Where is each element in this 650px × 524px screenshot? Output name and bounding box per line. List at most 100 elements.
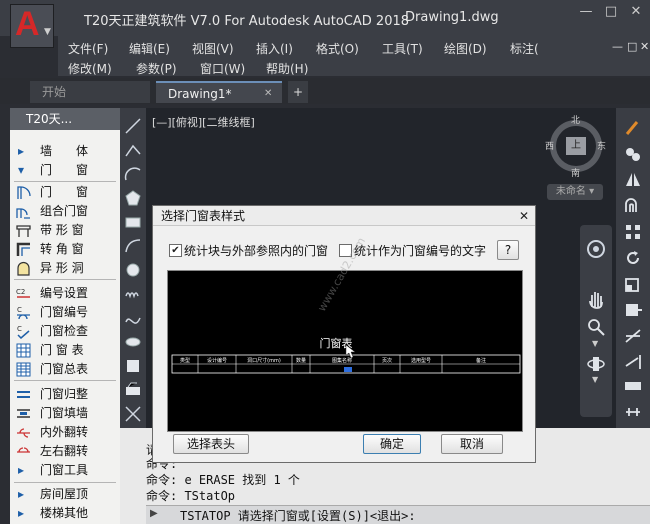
revcloud-icon[interactable] bbox=[123, 284, 143, 304]
menu-format[interactable]: 格式(O) bbox=[316, 40, 359, 57]
mirror-icon[interactable] bbox=[623, 170, 643, 190]
select-header-button[interactable]: 选择表头 bbox=[173, 434, 249, 454]
spline-icon[interactable] bbox=[123, 308, 143, 328]
menu-file[interactable]: 文件(F) bbox=[68, 40, 108, 57]
ellipse-icon[interactable] bbox=[123, 332, 143, 352]
new-tab-button[interactable]: + bbox=[288, 81, 308, 103]
menu-insert[interactable]: 插入(I) bbox=[256, 40, 293, 57]
arc3-icon[interactable] bbox=[123, 236, 143, 256]
menu-parameters[interactable]: 参数(P) bbox=[136, 60, 177, 77]
steering-wheel-icon[interactable] bbox=[586, 239, 606, 259]
insert-block-icon[interactable] bbox=[123, 356, 143, 376]
tab-close-icon[interactable]: ✕ bbox=[264, 83, 272, 105]
tool-number-settings[interactable]: C2 编号设置 bbox=[10, 284, 120, 303]
offset-icon[interactable] bbox=[623, 196, 643, 216]
join-icon[interactable] bbox=[623, 404, 643, 420]
inner-close-button[interactable]: ✕ bbox=[640, 40, 649, 53]
stretch-icon[interactable] bbox=[623, 300, 643, 320]
arc-icon[interactable] bbox=[123, 164, 143, 184]
array-icon[interactable] bbox=[623, 222, 643, 242]
close-button[interactable]: ✕ bbox=[625, 3, 647, 21]
inner-minimize-button[interactable]: — bbox=[612, 40, 623, 53]
section-stairs-other[interactable]: ▸ 楼梯其他 bbox=[10, 504, 120, 523]
navigation-bar: ▼ ▼ bbox=[580, 225, 612, 417]
polyline-icon[interactable] bbox=[123, 140, 143, 160]
rectangle-icon[interactable] bbox=[123, 212, 143, 232]
tool-combo-door[interactable]: 组合门窗 bbox=[10, 202, 120, 221]
viewcube-east-label[interactable]: 东 bbox=[597, 139, 606, 152]
pentagon-icon[interactable] bbox=[123, 188, 143, 208]
file-tab-bar: 开始 Drawing1* ✕ + bbox=[0, 78, 650, 104]
tool-door-align[interactable]: 门窗归整 bbox=[10, 385, 120, 404]
tool-door-tools[interactable]: ▸ 门窗工具 bbox=[10, 461, 120, 480]
menu-view[interactable]: 视图(V) bbox=[192, 40, 234, 57]
combo-door-icon bbox=[16, 208, 30, 219]
section-room-roof[interactable]: ▸ 房间屋顶 bbox=[10, 485, 120, 504]
viewcube-south-label[interactable]: 南 bbox=[571, 166, 580, 179]
chevron-down-icon[interactable]: ▼ bbox=[592, 339, 598, 348]
inner-restore-button[interactable]: □ bbox=[627, 40, 637, 53]
copy-icon[interactable] bbox=[623, 144, 643, 164]
make-block-icon[interactable] bbox=[123, 380, 143, 400]
preview-header-remark: 备注 bbox=[476, 357, 486, 364]
preview-header-size: 洞口尺寸(mm) bbox=[247, 357, 281, 364]
tool-door-table[interactable]: 门 窗 表 bbox=[10, 341, 120, 360]
zoom-extents-icon[interactable] bbox=[586, 317, 606, 337]
tab-start[interactable]: 开始 bbox=[30, 81, 150, 103]
dialog-close-icon[interactable]: ✕ bbox=[517, 209, 531, 223]
minimize-button[interactable]: — bbox=[575, 3, 597, 21]
viewcube-north-label[interactable]: 北 bbox=[571, 113, 580, 126]
ucs-selector[interactable]: 未命名 ▾ bbox=[547, 184, 603, 200]
extend-icon[interactable] bbox=[623, 352, 643, 372]
divider bbox=[14, 482, 116, 483]
viewcube-top-face[interactable]: 上 bbox=[566, 137, 586, 155]
hatch-icon[interactable] bbox=[123, 404, 143, 424]
viewport-controls[interactable]: [—][俯视][二维线框] bbox=[152, 114, 255, 130]
tool-strip-window[interactable]: 带 形 窗 bbox=[10, 221, 120, 240]
tool-door-window[interactable]: 门 窗 bbox=[10, 183, 120, 202]
maximize-button[interactable]: □ bbox=[600, 3, 622, 21]
odd-hole-icon bbox=[17, 261, 30, 276]
tool-flip-lr[interactable]: 左右翻转 bbox=[10, 442, 120, 461]
menu-tools[interactable]: 工具(T) bbox=[382, 40, 423, 57]
tool-door-total-table[interactable]: 门窗总表 bbox=[10, 360, 120, 379]
expand-icon: ▸ bbox=[18, 144, 25, 158]
trim-icon[interactable] bbox=[623, 326, 643, 346]
tab-drawing1[interactable]: Drawing1* ✕ bbox=[156, 81, 282, 103]
rotate-icon[interactable] bbox=[623, 248, 643, 268]
table-style-preview[interactable]: 门窗表 类型 设计编号 洞口尺寸(mm) 数量 图集名称 页次 选用型号 备注 bbox=[167, 270, 523, 432]
orbit-icon[interactable] bbox=[586, 353, 606, 375]
tool-odd-hole[interactable]: 异 形 洞 bbox=[10, 259, 120, 278]
menu-window[interactable]: 窗口(W) bbox=[200, 60, 245, 77]
scale-icon[interactable] bbox=[623, 274, 643, 294]
menu-modify[interactable]: 修改(M) bbox=[68, 60, 112, 77]
tool-door-check[interactable]: C 门窗检查 bbox=[10, 322, 120, 341]
tool-door-fill-wall[interactable]: 门窗填墙 bbox=[10, 404, 120, 423]
divider bbox=[14, 279, 116, 280]
menu-dimension[interactable]: 标注( bbox=[510, 40, 539, 57]
tool-door-number[interactable]: C 门窗编号 bbox=[10, 303, 120, 322]
help-button[interactable]: ? bbox=[497, 240, 519, 260]
include-xref-checkbox[interactable]: ✔ bbox=[169, 244, 182, 257]
line-icon[interactable] bbox=[123, 116, 143, 136]
break-icon[interactable] bbox=[623, 378, 643, 394]
chevron-down-icon[interactable]: ▼ bbox=[592, 375, 598, 384]
app-menu-button[interactable]: A ▼ bbox=[10, 4, 54, 48]
viewcube-west-label[interactable]: 西 bbox=[545, 139, 554, 152]
preview-header-atlas: 图集名称 bbox=[332, 357, 352, 364]
tool-flip-inout[interactable]: 内外翻转 bbox=[10, 423, 120, 442]
palette-header[interactable]: T20天... bbox=[10, 108, 120, 130]
ok-button[interactable]: 确定 bbox=[363, 434, 421, 454]
section-wall[interactable]: ▸ 墙 体 bbox=[10, 142, 120, 161]
circle-icon[interactable] bbox=[123, 260, 143, 280]
pan-hand-icon[interactable] bbox=[586, 287, 606, 309]
cancel-button[interactable]: 取消 bbox=[441, 434, 503, 454]
door-icon bbox=[17, 186, 31, 199]
tool-corner-window[interactable]: 转 角 窗 bbox=[10, 240, 120, 259]
section-doors-windows[interactable]: ▾ 门 窗 bbox=[10, 161, 120, 180]
command-input[interactable]: ▶ TSTATOP 请选择门窗或[设置(S)]<退出>: bbox=[146, 505, 650, 524]
menu-help[interactable]: 帮助(H) bbox=[266, 60, 308, 77]
menu-draw[interactable]: 绘图(D) bbox=[444, 40, 487, 57]
menu-edit[interactable]: 编辑(E) bbox=[129, 40, 170, 57]
erase-icon[interactable] bbox=[623, 118, 643, 138]
